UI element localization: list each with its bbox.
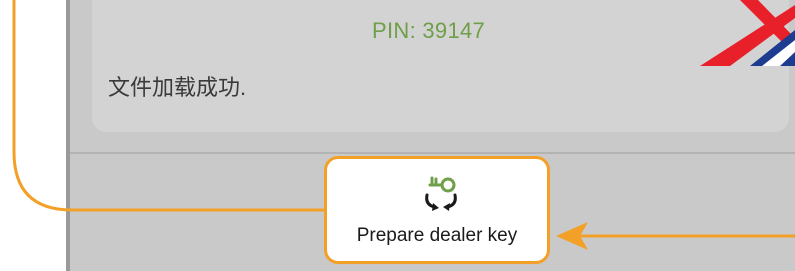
status-message: 文件加载成功. (108, 75, 247, 100)
key-refresh-icon (425, 176, 457, 211)
prepare-dealer-key-label: Prepare dealer key (356, 225, 518, 246)
panel-left-edge (66, 0, 70, 271)
logo-mark (700, 0, 795, 66)
pin-text: PIN: 39147 (372, 18, 486, 43)
prepare-dealer-key-button[interactable]: Prepare dealer key (324, 156, 550, 264)
brand-logo (700, 0, 795, 66)
panel-divider (70, 152, 795, 154)
